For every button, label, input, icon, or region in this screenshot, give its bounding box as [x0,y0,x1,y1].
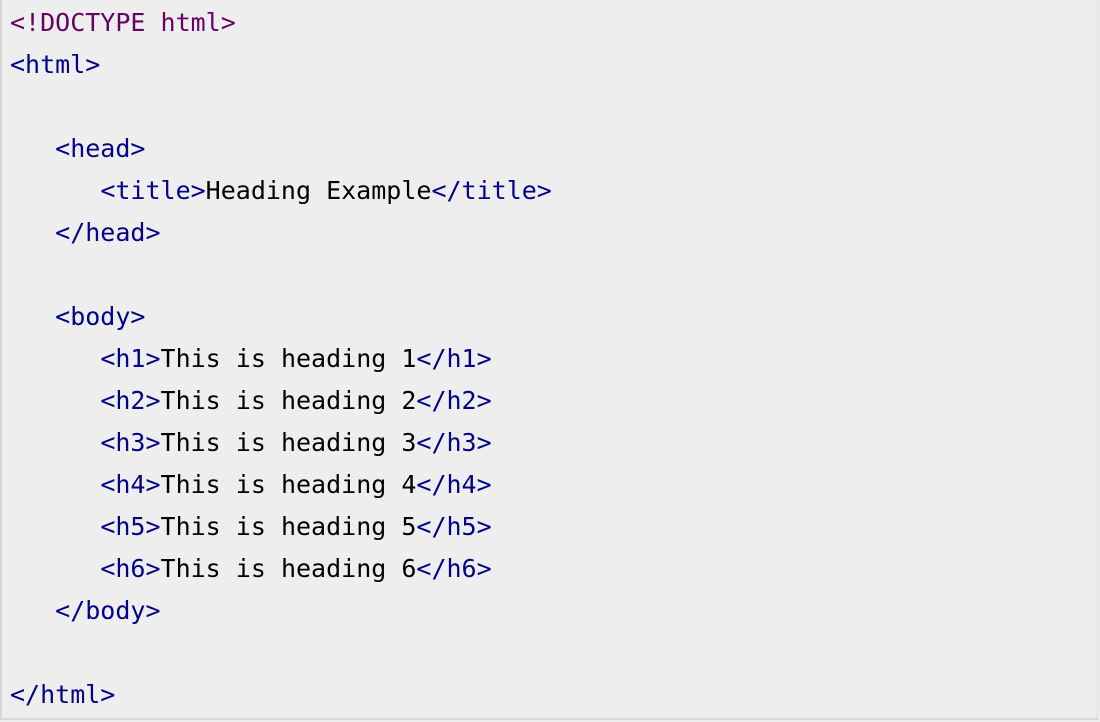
h1-close-tag: </h1> [416,344,492,373]
code-line-h1: <h1>This is heading 1</h1> [10,338,492,380]
h5-close-tag: </h5> [416,512,492,541]
h2-text: This is heading 2 [160,386,417,415]
h4-close-tag: </h4> [416,470,492,499]
h2-close-tag: </h2> [416,386,492,415]
code-line-body-open: <body> [10,296,145,338]
code-line-body-close: </body> [10,590,161,632]
head-close-tag: </head> [55,218,161,247]
h4-text: This is heading 4 [160,470,417,499]
code-line-html-open: <html> [10,44,100,86]
code-line-h4: <h4>This is heading 4</h4> [10,464,492,506]
html-open-tag: <html> [10,50,101,79]
body-open-tag: <body> [55,302,146,331]
h2-open-tag: <h2> [100,386,161,415]
code-line-title: <title>Heading Example</title> [10,170,552,212]
code-line-h6: <h6>This is heading 6</h6> [10,548,492,590]
h3-text: This is heading 3 [160,428,417,457]
title-close-tag: </title> [431,176,552,205]
h1-open-tag: <h1> [100,344,161,373]
h5-open-tag: <h5> [100,512,161,541]
code-line-html-close: </html> [10,674,115,716]
html-close-tag: </html> [10,680,116,709]
code-line-h3: <h3>This is heading 3</h3> [10,422,492,464]
code-line-doctype: <!DOCTYPE html> [10,2,236,44]
h6-text: This is heading 6 [160,554,417,583]
h5-text: This is heading 5 [160,512,417,541]
code-line-head-close: </head> [10,212,161,254]
code-block: <!DOCTYPE html> <html> <head> <title>Hea… [0,0,1098,720]
title-open-tag: <title> [100,176,206,205]
code-line-head-open: <head> [10,128,145,170]
h3-open-tag: <h3> [100,428,161,457]
title-text: Heading Example [205,176,432,205]
h6-close-tag: </h6> [416,554,492,583]
h3-close-tag: </h3> [416,428,492,457]
code-line-h5: <h5>This is heading 5</h5> [10,506,492,548]
head-open-tag: <head> [55,134,146,163]
doctype-declaration: <!DOCTYPE html> [10,8,236,37]
body-close-tag: </body> [55,596,161,625]
code-line-h2: <h2>This is heading 2</h2> [10,380,492,422]
h1-text: This is heading 1 [160,344,417,373]
h6-open-tag: <h6> [100,554,161,583]
h4-open-tag: <h4> [100,470,161,499]
